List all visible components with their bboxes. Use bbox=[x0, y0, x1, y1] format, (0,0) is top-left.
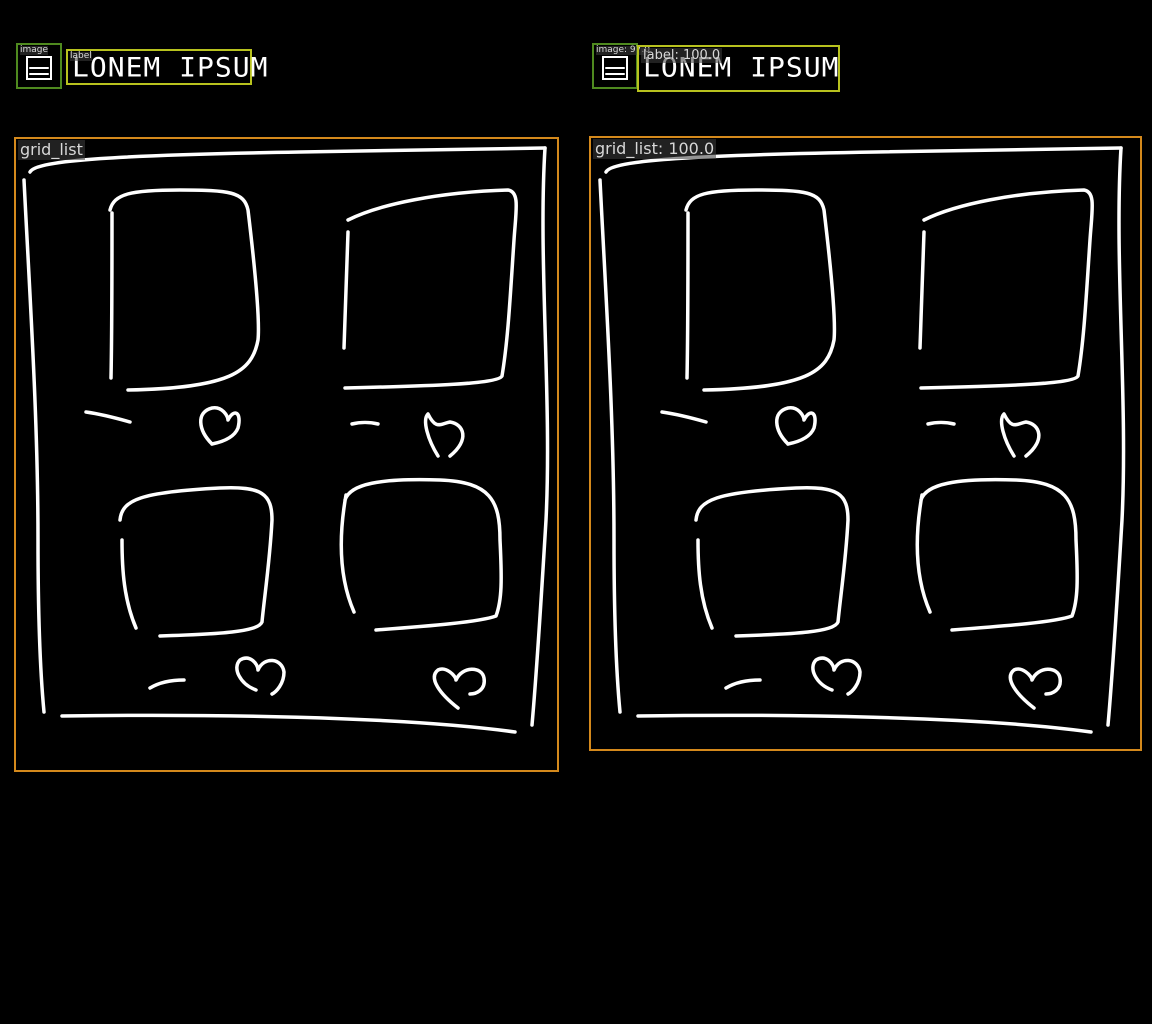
right-grid-list-box[interactable]: grid_list: 100.0 bbox=[589, 136, 1142, 751]
right-image-box[interactable]: image: 97.0 bbox=[592, 43, 650, 89]
left-label-text: LONEM IPSUM bbox=[72, 51, 269, 84]
left-label-box[interactable]: LONEM IPSUM label bbox=[66, 49, 267, 85]
image-placeholder-icon bbox=[26, 56, 52, 80]
left-grid-list-box[interactable]: grid_list bbox=[14, 137, 559, 772]
left-image-box[interactable]: image bbox=[16, 43, 62, 89]
right-grid-list-caption: grid_list: 100.0 bbox=[593, 139, 717, 159]
left-grid-list-caption: grid_list bbox=[18, 140, 85, 160]
right-label-caption: label: 100.0 bbox=[641, 48, 723, 63]
annotation-canvas: image LONEM IPSUM label grid_list image:… bbox=[0, 0, 1152, 1024]
left-label-caption: label bbox=[70, 51, 92, 61]
left-image-caption: image bbox=[20, 45, 49, 55]
image-placeholder-icon bbox=[602, 56, 628, 80]
right-label-box[interactable]: LONEM IPSUM label: 100.0 bbox=[637, 45, 840, 92]
